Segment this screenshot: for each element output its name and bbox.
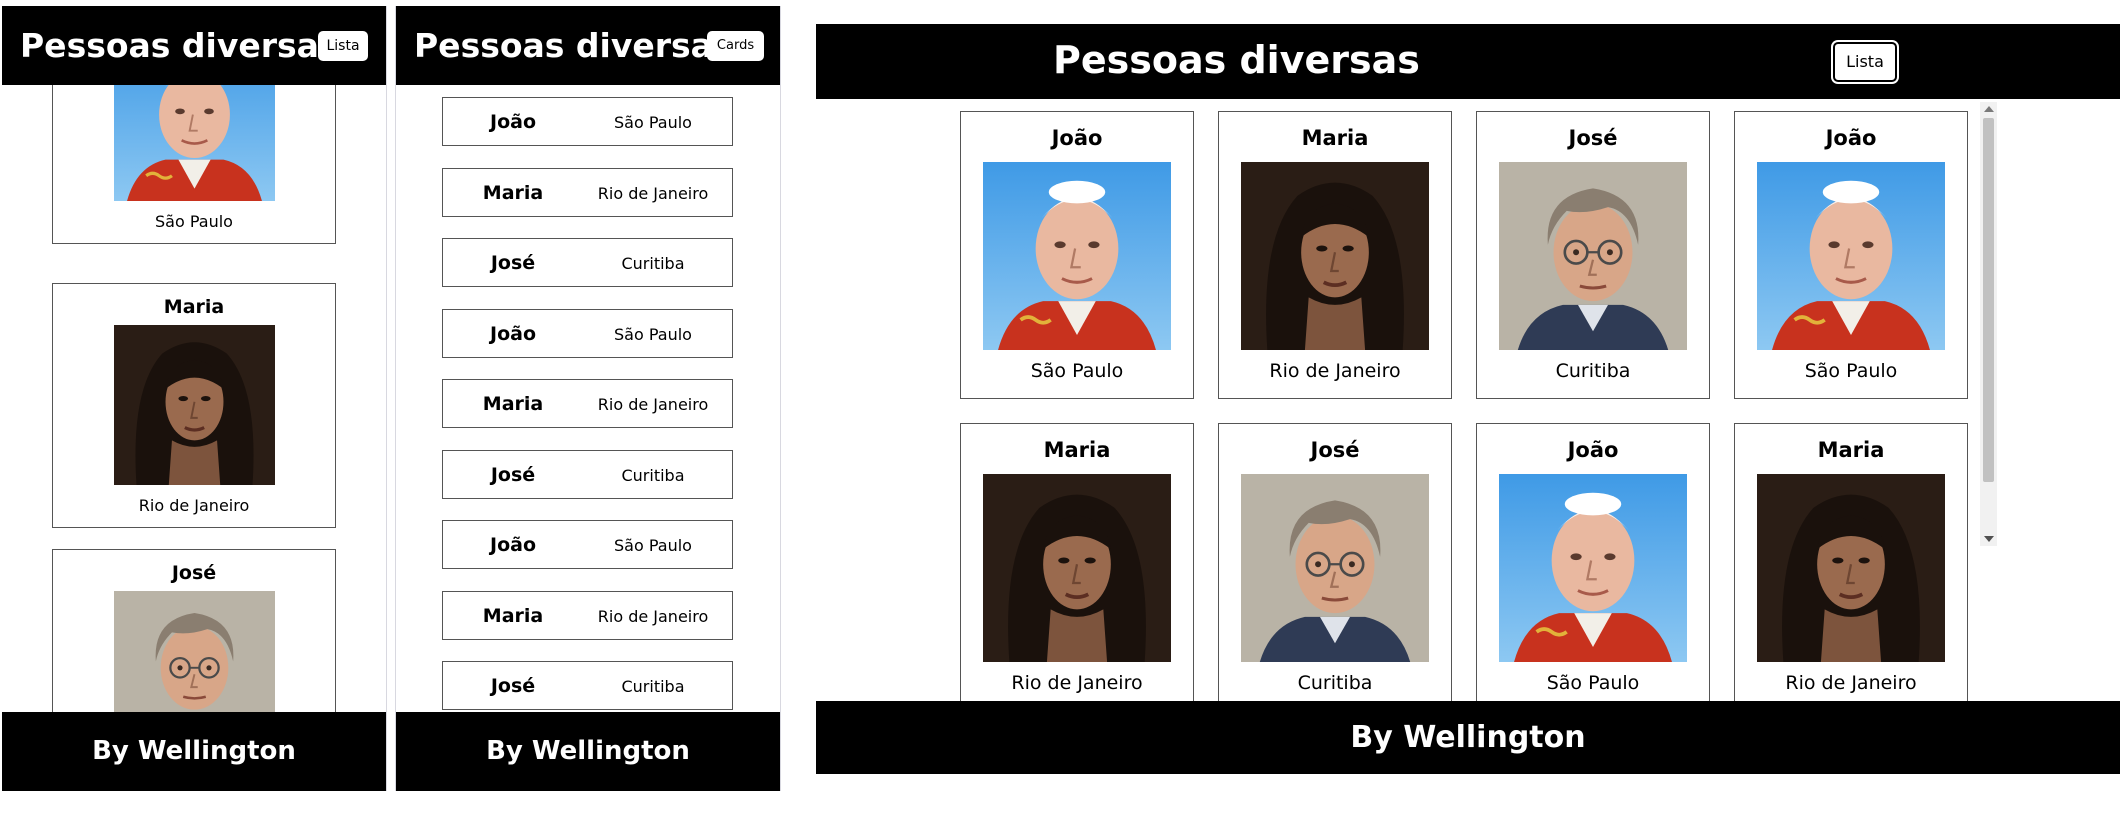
person-card[interactable]: José: [52, 549, 336, 712]
person-photo: [1241, 162, 1429, 350]
page-title: Pessoas diversas: [20, 26, 339, 65]
person-photo: [1499, 474, 1687, 662]
list-row[interactable]: Maria Rio de Janeiro: [442, 591, 733, 640]
person-city: São Paulo: [1804, 360, 1898, 382]
person-card[interactable]: Maria Rio de Janeiro: [1218, 111, 1452, 399]
person-city: Curitiba: [621, 466, 685, 485]
person-city: Rio de Janeiro: [138, 496, 250, 515]
person-city: Rio de Janeiro: [597, 395, 709, 414]
person-name: Maria: [1043, 438, 1111, 462]
person-city: São Paulo: [1546, 672, 1640, 694]
grid-scroll-area[interactable]: João São Paulo Maria Rio de Janeiro José Cu…: [816, 99, 2120, 701]
person-card[interactable]: José Curitiba: [1476, 111, 1710, 399]
person-card[interactable]: João São Paulo: [1476, 423, 1710, 701]
app-header: Pessoas diversas Lista: [2, 6, 386, 85]
person-card[interactable]: João São Paulo: [960, 111, 1194, 399]
person-name: José: [490, 464, 536, 486]
person-name: José: [490, 252, 536, 274]
app-footer: By Wellington: [2, 712, 386, 791]
person-photo: [114, 325, 275, 485]
person-city: Rio de Janeiro: [1011, 672, 1143, 694]
person-photo: [1241, 474, 1429, 662]
person-name: João: [490, 111, 536, 133]
scrollbar-thumb[interactable]: [1983, 118, 1994, 482]
person-name: Maria: [1817, 438, 1885, 462]
person-photo: [1757, 162, 1945, 350]
person-card[interactable]: Maria Rio de Janeiro: [1734, 423, 1968, 701]
scroll-up-arrow-icon[interactable]: [1984, 106, 1994, 112]
person-city: São Paulo: [155, 212, 233, 231]
app-footer: By Wellington: [396, 712, 780, 791]
person-city: Curitiba: [1297, 672, 1373, 694]
person-name: José: [171, 562, 217, 584]
person-photo: [1757, 474, 1945, 662]
person-name: João: [1567, 438, 1619, 462]
person-city: São Paulo: [614, 325, 692, 344]
view-toggle-button[interactable]: Lista: [318, 31, 368, 61]
list-row[interactable]: José Curitiba: [442, 661, 733, 710]
person-city: São Paulo: [1030, 360, 1124, 382]
app-header: Pessoas diversas Cards: [396, 6, 780, 85]
list-row[interactable]: José Curitiba: [442, 238, 733, 287]
list-row[interactable]: Maria Rio de Janeiro: [442, 379, 733, 428]
mobile-list-view: Pessoas diversas Cards João São Paulo Mar…: [395, 6, 781, 791]
list-row[interactable]: João São Paulo: [442, 97, 733, 146]
person-name: Maria: [482, 393, 544, 415]
list-row[interactable]: João São Paulo: [442, 309, 733, 358]
mobile-cards-view: São Paulo Maria Rio de Janeiro José Pess…: [2, 6, 387, 791]
person-card[interactable]: São Paulo: [52, 85, 336, 244]
person-name: João: [490, 534, 536, 556]
person-name: Maria: [482, 605, 544, 627]
person-city: Curitiba: [1555, 360, 1631, 382]
person-card[interactable]: Maria Rio de Janeiro: [960, 423, 1194, 701]
desktop-cards-view: Pessoas diversas Lista João São Paulo Mar…: [816, 24, 2120, 774]
person-photo: [114, 591, 275, 712]
person-city: Rio de Janeiro: [1269, 360, 1401, 382]
person-city: Curitiba: [621, 254, 685, 273]
person-city: Curitiba: [621, 677, 685, 696]
list-scroll-area[interactable]: João São Paulo Maria Rio de Janeiro José Cu…: [396, 85, 780, 712]
person-photo: [983, 474, 1171, 662]
person-photo: [983, 162, 1171, 350]
person-name: José: [490, 675, 536, 697]
person-city: Rio de Janeiro: [1785, 672, 1917, 694]
person-name: Maria: [482, 182, 544, 204]
person-card[interactable]: José Curitiba: [1218, 423, 1452, 701]
person-name: José: [1310, 438, 1360, 462]
scroll-down-arrow-icon[interactable]: [1984, 536, 1994, 542]
person-card[interactable]: Maria Rio de Janeiro: [52, 283, 336, 528]
person-city: São Paulo: [614, 113, 692, 132]
vertical-scrollbar[interactable]: [1980, 102, 1997, 546]
person-name: João: [490, 323, 536, 345]
person-name: Maria: [1301, 126, 1369, 150]
list-row[interactable]: João São Paulo: [442, 520, 733, 569]
person-city: Rio de Janeiro: [597, 607, 709, 626]
person-name: José: [1568, 126, 1618, 150]
view-toggle-button[interactable]: Lista: [1833, 42, 1897, 82]
list-row[interactable]: Maria Rio de Janeiro: [442, 168, 733, 217]
page-title: Pessoas diversas: [414, 26, 733, 65]
app-footer: By Wellington: [816, 701, 2120, 774]
app-header: Pessoas diversas Lista: [816, 24, 2120, 99]
person-city: Rio de Janeiro: [597, 184, 709, 203]
person-card[interactable]: João São Paulo: [1734, 111, 1968, 399]
person-name: Maria: [163, 296, 225, 318]
person-photo: [114, 85, 275, 201]
person-photo: [1499, 162, 1687, 350]
person-name: João: [1051, 126, 1103, 150]
person-name: João: [1825, 126, 1877, 150]
person-city: São Paulo: [614, 536, 692, 555]
list-row[interactable]: José Curitiba: [442, 450, 733, 499]
cards-scroll-area[interactable]: São Paulo Maria Rio de Janeiro José: [2, 85, 386, 712]
page-title: Pessoas diversas: [1053, 38, 1420, 82]
view-toggle-button[interactable]: Cards: [707, 31, 764, 61]
